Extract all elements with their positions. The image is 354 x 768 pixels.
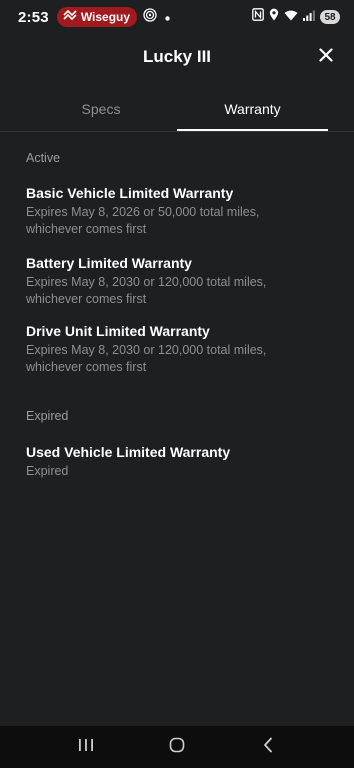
wifi-icon [284,8,298,26]
home-icon [169,737,185,758]
back-button[interactable] [248,727,288,767]
warranty-expiry-line2: whichever comes first [26,222,147,236]
system-nav-bar [0,726,354,768]
warranty-status: Expired [26,464,69,478]
warranty-expiry-line1: Expires May 8, 2030 or 120,000 total mil… [26,275,267,289]
warranty-expiry: Expires May 8, 2030 or 120,000 total mil… [26,342,326,376]
recent-apps-icon [78,738,94,757]
header: Lucky III [0,34,354,80]
warranty-item-basic-vehicle[interactable]: Basic Vehicle Limited Warranty Expires M… [26,184,326,238]
home-button[interactable] [157,727,197,767]
warranty-expiry: Expires May 8, 2030 or 120,000 total mil… [26,274,326,308]
warranty-expiry-line2: whichever comes first [26,292,147,306]
wiseguy-logo-icon [63,8,77,26]
battery-indicator: 58 [320,10,340,24]
warranty-title: Used Vehicle Limited Warranty [26,444,231,460]
tab-bar: Specs Warranty [0,86,354,132]
notification-app-name: Wiseguy [80,10,131,24]
tab-specs[interactable]: Specs [26,86,176,131]
section-label-expired: Expired [26,409,69,423]
notification-dot-icon [165,8,170,26]
warranty-title: Basic Vehicle Limited Warranty [26,185,234,201]
nfc-icon [252,8,264,26]
warranty-item-drive-unit[interactable]: Drive Unit Limited Warranty Expires May … [26,322,326,376]
active-tab-indicator [177,129,328,131]
warranty-title: Drive Unit Limited Warranty [26,323,210,339]
back-icon [262,737,274,758]
wireless-audio-icon [143,7,157,27]
location-icon [269,8,279,26]
warranty-expiry-line2: whichever comes first [26,360,147,374]
warranty-title: Battery Limited Warranty [26,255,192,271]
close-button[interactable] [314,45,338,69]
warranty-item-battery[interactable]: Battery Limited Warranty Expires May 8, … [26,254,326,308]
page-title: Lucky III [142,47,212,66]
warranty-expiry-line1: Expires May 8, 2026 or 50,000 total mile… [26,205,260,219]
notification-pill[interactable]: Wiseguy [56,7,138,27]
warranty-expiry-line1: Expires May 8, 2030 or 120,000 total mil… [26,343,267,357]
warranty-item-used-vehicle[interactable]: Used Vehicle Limited Warranty Expired [26,443,326,480]
status-time: 2:53 [18,8,49,26]
tab-warranty[interactable]: Warranty [177,86,328,131]
close-icon [319,47,333,67]
recent-apps-button[interactable] [66,727,106,767]
warranty-expiry: Expires May 8, 2026 or 50,000 total mile… [26,204,326,238]
section-label-active: Active [26,151,61,165]
signal-icon [303,8,315,26]
status-bar: 2:53 Wiseguy 58 [0,0,354,34]
